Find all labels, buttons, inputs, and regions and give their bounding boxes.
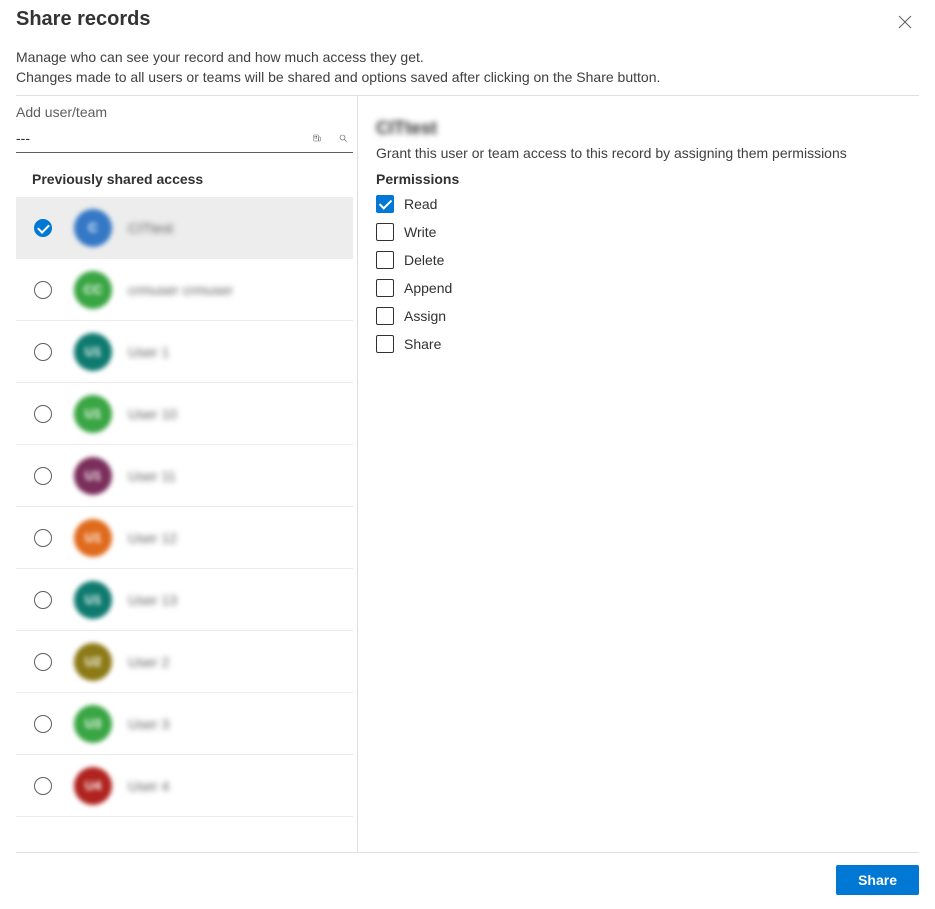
user-row[interactable]: U1 User 1 [16, 321, 353, 383]
user-name-label: User 3 [128, 716, 169, 732]
dialog-header: Share records [16, 8, 919, 36]
avatar: U3 [74, 705, 112, 743]
user-select-radio[interactable] [34, 405, 52, 423]
user-row[interactable]: U1 User 11 [16, 445, 353, 507]
permission-label: Read [404, 196, 437, 212]
user-name-label: User 4 [128, 778, 169, 794]
user-select-radio[interactable] [34, 343, 52, 361]
user-name-label: User 10 [128, 406, 177, 422]
permission-label: Append [404, 280, 452, 296]
permission-item[interactable]: Read [376, 195, 919, 213]
user-name-label: User 2 [128, 654, 169, 670]
user-row[interactable]: U2 User 2 [16, 631, 353, 693]
user-select-radio[interactable] [34, 529, 52, 547]
user-row[interactable]: U1 User 10 [16, 383, 353, 445]
permission-checkbox[interactable] [376, 223, 394, 241]
add-user-label: Add user/team [16, 96, 357, 124]
close-button[interactable] [891, 8, 919, 36]
right-panel: CITtest Grant this user or team access t… [358, 96, 919, 852]
close-icon [898, 15, 912, 29]
avatar: U1 [74, 457, 112, 495]
user-name-label: User 12 [128, 530, 177, 546]
user-select-radio[interactable] [34, 715, 52, 733]
user-name-label: User 1 [128, 344, 169, 360]
permission-checkbox[interactable] [376, 307, 394, 325]
user-select-radio[interactable] [34, 219, 52, 237]
permission-checkbox[interactable] [376, 335, 394, 353]
avatar: U4 [74, 767, 112, 805]
user-select-radio[interactable] [34, 591, 52, 609]
permission-item[interactable]: Assign [376, 307, 919, 325]
user-list[interactable]: C CITtest CC crmuser crmuser U1 User 1 U1 User … [16, 197, 353, 852]
dialog-description-line1: Manage who can see your record and how m… [16, 48, 919, 68]
dialog-body: Add user/team [16, 96, 919, 852]
user-row[interactable]: U1 User 12 [16, 507, 353, 569]
dialog-title: Share records [16, 8, 891, 31]
permissions-heading: Permissions [376, 171, 919, 187]
permission-label: Assign [404, 308, 446, 324]
avatar: CC [74, 271, 112, 309]
permissions-description: Grant this user or team access to this r… [376, 145, 919, 161]
permission-item[interactable]: Share [376, 335, 919, 353]
permission-label: Write [404, 224, 436, 240]
user-row[interactable]: U3 User 3 [16, 693, 353, 755]
directory-icon [313, 130, 321, 146]
previously-shared-heading: Previously shared access [16, 153, 357, 197]
avatar: U1 [74, 581, 112, 619]
user-name-label: User 13 [128, 592, 177, 608]
avatar: U2 [74, 643, 112, 681]
user-name-label: User 11 [128, 468, 176, 484]
permission-item[interactable]: Append [376, 279, 919, 297]
permission-label: Delete [404, 252, 444, 268]
dialog-footer: Share [16, 852, 919, 909]
permission-item[interactable]: Delete [376, 251, 919, 269]
share-button[interactable]: Share [836, 865, 919, 895]
user-select-radio[interactable] [34, 653, 52, 671]
permission-checkbox[interactable] [376, 195, 394, 213]
user-select-radio[interactable] [34, 281, 52, 299]
dialog-description-line2: Changes made to all users or teams will … [16, 68, 919, 88]
user-row[interactable]: U4 User 4 [16, 755, 353, 817]
dialog-description: Manage who can see your record and how m… [16, 48, 919, 87]
avatar: U1 [74, 333, 112, 371]
selected-user-name: CITtest [376, 118, 919, 139]
user-select-radio[interactable] [34, 777, 52, 795]
user-row[interactable]: CC crmuser crmuser [16, 259, 353, 321]
permission-checkbox[interactable] [376, 279, 394, 297]
add-user-input[interactable] [16, 128, 307, 148]
search-button[interactable] [333, 128, 353, 148]
user-name-label: CITtest [128, 220, 173, 236]
user-select-radio[interactable] [34, 467, 52, 485]
search-row [16, 124, 353, 153]
permission-checkbox[interactable] [376, 251, 394, 269]
user-name-label: crmuser crmuser [128, 282, 233, 298]
user-row[interactable]: U1 User 13 [16, 569, 353, 631]
avatar: U1 [74, 395, 112, 433]
search-icon [339, 130, 347, 146]
directory-lookup-button[interactable] [307, 128, 327, 148]
permission-item[interactable]: Write [376, 223, 919, 241]
permissions-list: Read Write Delete Append Assign Share [376, 195, 919, 353]
search-icons [307, 128, 353, 148]
left-panel: Add user/team [16, 96, 358, 852]
avatar: C [74, 209, 112, 247]
avatar: U1 [74, 519, 112, 557]
user-row[interactable]: C CITtest [16, 197, 353, 259]
share-records-dialog: Share records Manage who can see your re… [0, 0, 935, 909]
permission-label: Share [404, 336, 441, 352]
